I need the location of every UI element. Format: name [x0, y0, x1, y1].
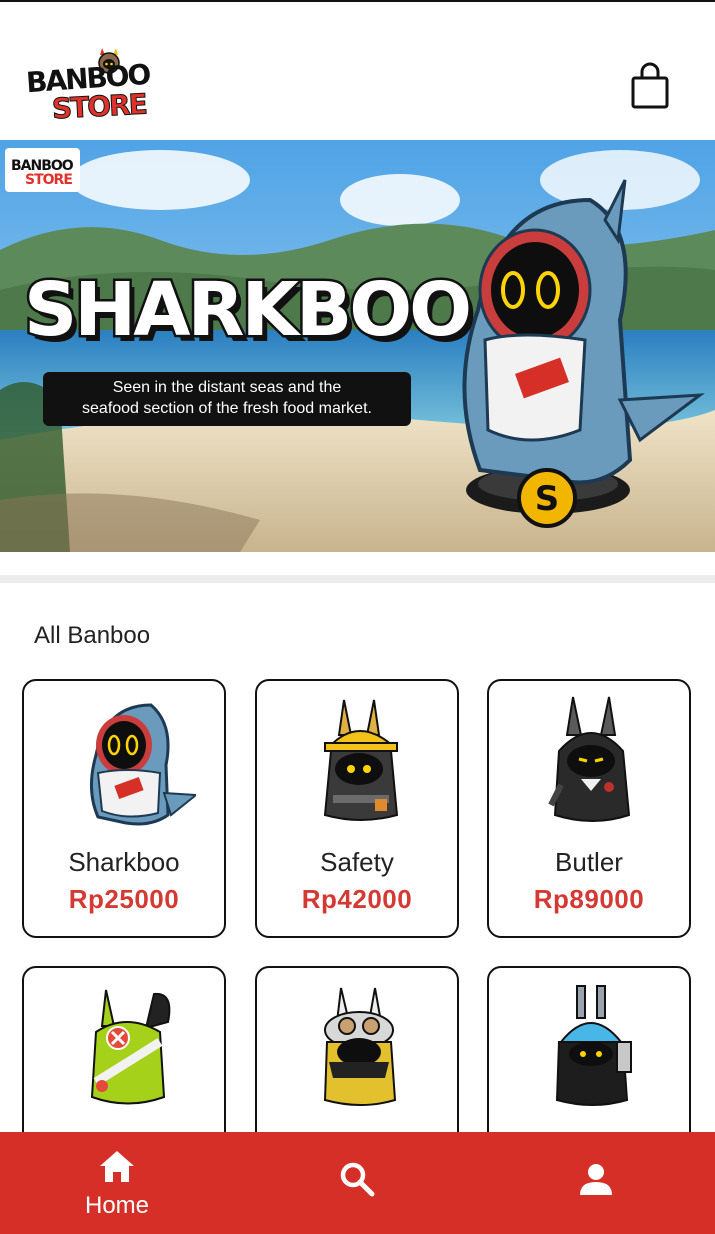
product-price: Rp25000 — [68, 884, 180, 914]
app-header: BANBOO STORE — [0, 2, 715, 140]
aviator-banboo-figure-icon — [323, 987, 397, 1106]
safety-figure-icon — [323, 699, 399, 821]
banner-subtitle-line1: Seen in the distant seas and the — [112, 379, 342, 396]
shopping-bag-icon[interactable] — [630, 62, 670, 110]
nav-home[interactable]: Home — [47, 1132, 187, 1234]
badge-text-store: STORE — [25, 172, 73, 188]
banner-subtitle-line2: seafood section of the fresh food market… — [82, 400, 372, 417]
product-name: Safety — [320, 847, 394, 877]
hero-banner[interactable]: S BANBOO STORE SHARKBOO Seen in the dist… — [0, 140, 715, 552]
logo-text-store: STORE — [51, 87, 147, 126]
person-icon — [580, 1164, 612, 1195]
sharkboo-figure-icon — [89, 703, 196, 826]
nav-home-label: Home — [84, 1192, 150, 1219]
section-title: All Banboo — [34, 622, 151, 649]
butler-figure-icon — [548, 696, 631, 822]
product-card-sharkboo[interactable]: Sharkboo Rp25000 — [22, 679, 226, 938]
banner-subtitle: Seen in the distant seas and the seafood… — [43, 372, 411, 426]
product-name: Butler — [555, 847, 623, 877]
banboo-store-logo[interactable]: BANBOO STORE — [25, 46, 150, 128]
section-divider — [0, 575, 715, 583]
home-icon — [100, 1151, 134, 1182]
bottom-navigation: Home — [0, 1132, 715, 1234]
product-price: Rp89000 — [533, 884, 645, 914]
product-card-butler[interactable]: Butler Rp89000 — [487, 679, 691, 938]
robot-banboo-figure-icon — [555, 985, 632, 1106]
banner-store-badge: BANBOO STORE — [5, 148, 80, 192]
product-card-safety[interactable]: Safety Rp42000 — [255, 679, 459, 938]
nav-profile[interactable] — [526, 1132, 666, 1234]
green-banboo-figure-icon — [90, 989, 171, 1105]
nav-search[interactable] — [287, 1132, 427, 1234]
banner-title: SHARKBOO — [22, 265, 475, 356]
product-name: Sharkboo — [68, 847, 180, 877]
svg-text:S: S — [535, 479, 560, 519]
search-icon — [340, 1162, 375, 1197]
product-price: Rp42000 — [301, 884, 413, 914]
